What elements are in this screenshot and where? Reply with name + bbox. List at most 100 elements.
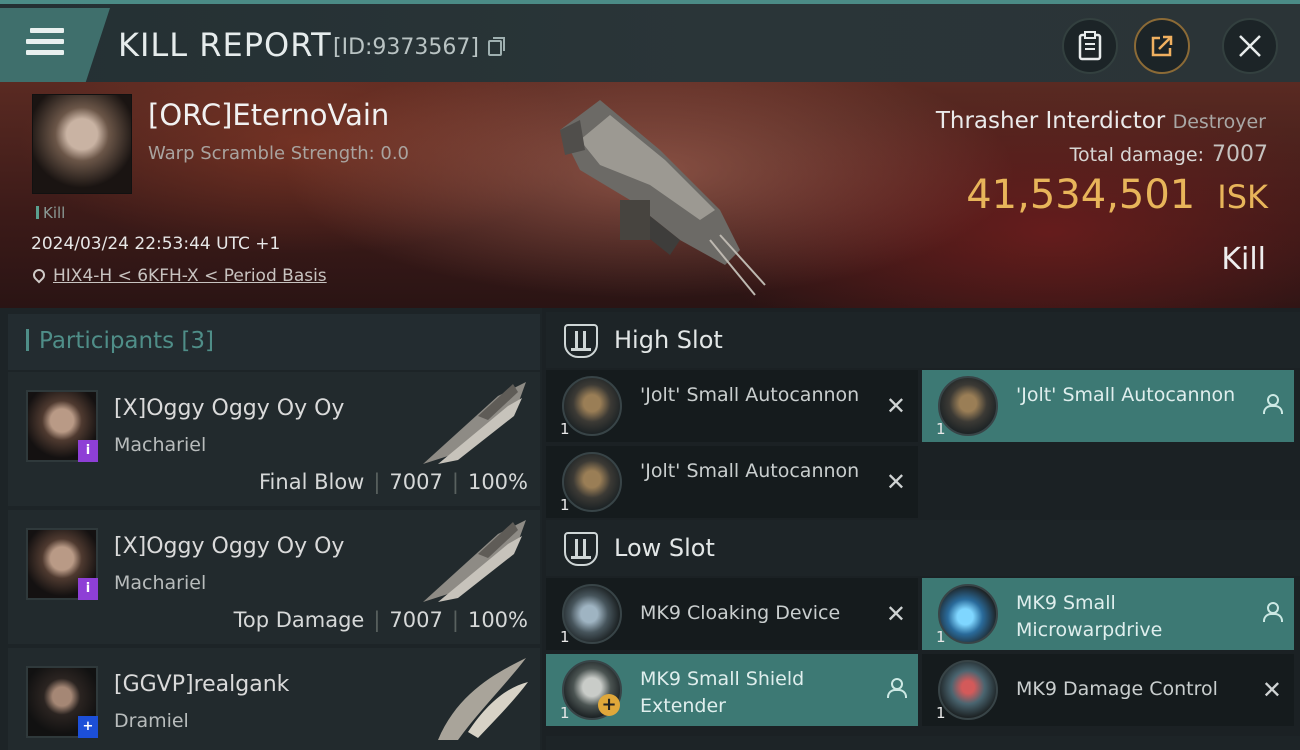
participant-row[interactable]: + [GGVP]realgank Dramiel [8,648,540,750]
victim-avatar[interactable] [32,94,132,194]
high-slot-icon [564,324,598,358]
plus-icon: + [598,694,620,716]
location-pin-icon [30,266,48,284]
location-link[interactable]: HIX4-H < 6KFH-X < Period Basis [53,266,327,286]
participant-ship: Machariel [114,572,207,594]
participant-name: [X]Oggy Oggy Oy Oy [114,534,345,559]
destroyed-icon: ✕ [885,468,906,496]
corp-badge-icon: i [78,440,98,462]
share-button[interactable] [1134,18,1190,74]
participants-title: Participants [39,328,175,354]
participant-role: Top Damage [233,608,365,632]
kill-datetime: 2024/03/24 22:53:44 UTC +1 [31,234,281,254]
isk-unit: ISK [1217,178,1268,216]
module-name: 'Jolt' Small Autocannon [1016,384,1236,406]
corp-badge-icon: i [78,578,98,600]
victim-panel: [ORC]EternoVain Warp Scramble Strength: … [0,82,1300,308]
module-name: MK9 Small Shield Extender [640,668,805,717]
participant-role: Final Blow [259,470,365,494]
destroyed-icon: ✕ [1261,676,1282,704]
cloaking-device-icon [562,584,622,644]
participant-stats: Final Blow | 7007 | 100% [259,470,528,494]
participant-damage: 7007 [389,470,443,494]
module-item[interactable]: 1 MK9 Damage Control ✕ [922,654,1294,726]
close-button[interactable] [1222,18,1278,74]
participant-ship: Machariel [114,434,207,456]
dropped-person-icon [886,678,907,700]
fitting-panel: High Slot 1 'Jolt' Small Autocannon ✕ 1 … [542,308,1300,750]
isk-value: 41,534,501 ISK [966,172,1268,218]
participant-ship: Dramiel [114,710,189,732]
participant-avatar[interactable]: i [26,528,98,600]
participant-ship-icon [423,520,526,602]
dropped-person-icon [1262,394,1283,416]
kill-tag: Kill [36,204,65,222]
module-item[interactable]: 1 'Jolt' Small Autocannon [922,370,1294,442]
participant-row[interactable]: i [X]Oggy Oggy Oy Oy Machariel Top Damag… [8,510,540,644]
autocannon-icon [562,452,622,512]
module-item[interactable]: + 1 MK9 Small Shield Extender [546,654,918,726]
autocannon-icon [938,376,998,436]
module-item[interactable]: 1 'Jolt' Small Autocannon ✕ [546,446,918,518]
participant-row[interactable]: i [X]Oggy Oggy Oy Oy Machariel Final Blo… [8,372,540,506]
victim-name[interactable]: [ORC]EternoVain [148,98,389,132]
participant-percent: 100% [467,470,528,494]
victim-ship-name[interactable]: Thrasher Interdictor Destroyer [936,108,1266,134]
participant-ship-icon [438,658,528,740]
clipboard-button[interactable] [1062,18,1118,74]
total-damage-value: 7007 [1212,142,1268,167]
victim-ship-image [560,100,766,296]
participant-avatar[interactable]: + [26,666,98,738]
module-item[interactable]: 1 'Jolt' Small Autocannon ✕ [546,370,918,442]
module-item[interactable]: 1 MK9 Cloaking Device ✕ [546,578,918,650]
participants-header: Participants [3] [8,314,540,370]
module-quantity: 1 [936,420,946,438]
low-slot-icon [564,532,598,566]
participant-avatar[interactable]: i [26,390,98,462]
share-icon [1151,35,1173,57]
low-slot-title: Low Slot [614,534,715,562]
next-slot-header-peek [546,736,1300,750]
participant-ship-icon [423,382,526,464]
high-slot-header: High Slot [546,312,1300,368]
high-slot-title: High Slot [614,326,723,354]
module-name: MK9 Cloaking Device [640,602,841,624]
participant-name: [X]Oggy Oggy Oy Oy [114,396,345,421]
participant-stats: Top Damage | 7007 | 100% [233,608,528,632]
kill-id: [ID:9373567] [333,35,479,60]
module-name: 'Jolt' Small Autocannon [640,384,860,406]
module-quantity: 1 [936,704,946,722]
module-quantity: 1 [560,420,570,438]
ship-name-text: Thrasher Interdictor [935,108,1166,134]
module-quantity: 1 [560,496,570,514]
participants-panel: Participants [3] i [X]Oggy Oggy Oy Oy Ma… [0,308,542,750]
module-quantity: 1 [560,704,570,722]
participant-name: [GGVP]realgank [114,672,290,697]
module-quantity: 1 [936,628,946,646]
low-slot-header: Low Slot [546,520,1300,576]
menu-button[interactable] [0,8,110,82]
copy-icon[interactable] [488,37,505,56]
page-title: KILL REPORT [118,26,332,64]
module-name: 'Jolt' Small Autocannon [640,460,860,482]
menu-icon [26,28,64,58]
destroyed-icon: ✕ [885,600,906,628]
total-damage: Total damage: 7007 [1070,142,1268,167]
participant-damage: 7007 [389,608,443,632]
module-item[interactable]: 1 MK9 Small Microwarpdrive [922,578,1294,650]
total-damage-label: Total damage: [1069,144,1204,166]
module-name: MK9 Damage Control [1016,678,1218,700]
microwarpdrive-icon [938,584,998,644]
damage-control-icon [938,660,998,720]
result-label: Kill [1221,242,1266,277]
autocannon-icon [562,376,622,436]
participant-percent: 100% [467,608,528,632]
corp-badge-icon: + [78,716,98,738]
destroyed-icon: ✕ [885,392,906,420]
close-icon [1239,35,1261,57]
dropped-person-icon [1262,602,1283,624]
ship-class: Destroyer [1172,111,1266,133]
module-quantity: 1 [560,628,570,646]
kill-location[interactable]: HIX4-H < 6KFH-X < Period Basis [30,266,327,286]
module-name: MK9 Small Microwarpdrive [1016,592,1163,641]
